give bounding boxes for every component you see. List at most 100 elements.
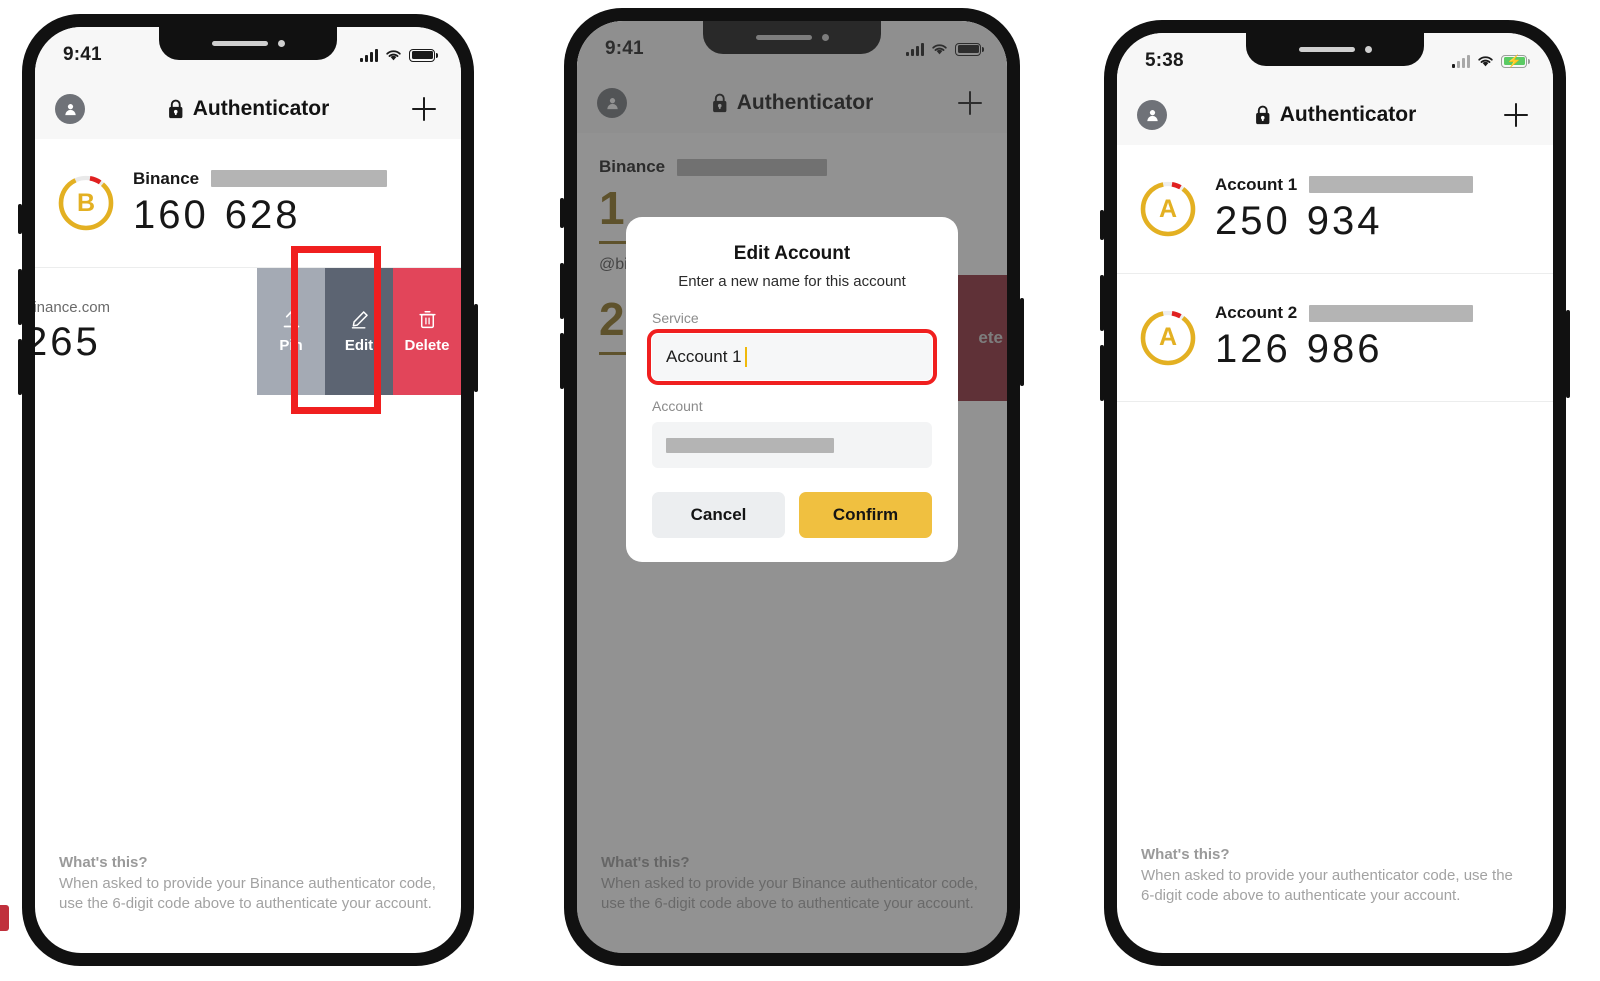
totp-code[interactable]: 126 986 <box>1215 327 1553 372</box>
phone-1-account-list: B Binance 160628 binance.com <box>35 139 461 395</box>
totp-timer-ring: A <box>1139 180 1197 238</box>
pin-action-button[interactable]: Pin <box>257 268 325 395</box>
wifi-icon <box>386 49 401 60</box>
add-account-button[interactable] <box>1501 100 1531 130</box>
profile-avatar-button[interactable] <box>55 94 85 124</box>
wifi-icon <box>1478 55 1493 66</box>
page-title: Authenticator <box>1279 103 1417 126</box>
totp-code[interactable]: 250 934 <box>1215 199 1553 244</box>
pin-upload-icon <box>283 310 299 328</box>
pin-action-label: Pin <box>279 337 303 354</box>
phone-1-frame: 9:41 Authenticator B Binance 160 628 nan… <box>18 14 478 966</box>
lock-icon <box>169 99 183 119</box>
phone-3-volume-down[interactable] <box>1100 345 1104 401</box>
text-caret <box>744 347 747 367</box>
service-input[interactable]: Account 1 <box>647 329 937 385</box>
earpiece-speaker <box>211 41 268 46</box>
phone-2-screen: 9:41 <box>577 21 1007 953</box>
dialog-subtitle: Enter a new name for this account <box>678 273 906 290</box>
service-field-label: Service <box>652 310 699 326</box>
account-name: Account 1 <box>1215 174 1298 194</box>
redacted-account-bar <box>666 437 834 453</box>
edit-action-label: Edit <box>344 337 374 354</box>
phone-3-mute-switch[interactable] <box>1100 210 1104 240</box>
account-input[interactable] <box>652 422 932 468</box>
phone-1-footer: What's this? When asked to provide your … <box>35 854 461 913</box>
phone-2-volume-up[interactable] <box>560 263 564 319</box>
totp-code[interactable]: 160 628 <box>133 193 461 238</box>
delete-action-label: Delete <box>404 337 450 354</box>
account-name: binance.com <box>35 298 111 316</box>
phone-1-nav-bar: Authenticator <box>35 79 461 139</box>
account-name: Account 2 <box>1215 303 1298 322</box>
phone-1-notch <box>159 27 337 60</box>
cellular-signal-icon <box>1452 54 1470 68</box>
cancel-button[interactable]: Cancel <box>652 492 785 538</box>
redacted-email-bar <box>211 170 388 187</box>
phone-2-mute-switch[interactable] <box>560 198 564 228</box>
phone-1-volume-down[interactable] <box>18 339 22 395</box>
dialog-title: Edit Account <box>733 243 851 264</box>
swipe-action-group: Pin Edit Delete <box>257 268 461 395</box>
phone-1-screen: 9:41 Authenticator B Binance 160 628 nan… <box>35 27 461 953</box>
table-row[interactable]: binance.com 265 Pin <box>35 267 461 395</box>
front-camera <box>1364 46 1372 53</box>
edit-action-button[interactable]: Edit <box>325 268 393 395</box>
footer-body: When asked to provide your Binance authe… <box>59 875 436 912</box>
phone-3-account-list: A Account 1 250 934 A Account 2 126 986 <box>1117 145 1553 402</box>
phone-3-nav-bar: Authenticator <box>1117 85 1553 145</box>
phone-3-footer: What's this? When asked to provide your … <box>1117 846 1553 905</box>
battery-icon <box>409 48 438 62</box>
phone-2-power-button[interactable] <box>1020 298 1024 386</box>
redacted-email-bar <box>1309 176 1474 193</box>
screenshot-canvas: 9:41 Authenticator B Binance 160 628 nan… <box>0 0 1600 981</box>
add-account-button[interactable] <box>409 94 439 124</box>
status-time: 5:38 <box>1145 50 1184 71</box>
phone-1-power-button[interactable] <box>474 304 478 392</box>
service-input-value: Account 1 <box>666 347 742 366</box>
issuer-badge-letter: A <box>1158 323 1178 351</box>
footer-title: What's this? <box>59 854 148 871</box>
phone-2-volume-down[interactable] <box>560 333 564 389</box>
account-name: Binance <box>133 168 200 188</box>
issuer-badge-letter: A <box>1158 194 1178 223</box>
phone-3-screen: 5:38 ⚡ Authenticator A Account 1 250 934… <box>1117 33 1553 953</box>
phone-3-volume-up[interactable] <box>1100 275 1104 331</box>
pencil-icon <box>351 311 368 329</box>
dialog-button-row: Cancel Confirm <box>652 492 932 538</box>
table-row[interactable]: B Binance 160 628 <box>35 139 461 267</box>
trash-icon <box>418 311 436 329</box>
profile-avatar-button[interactable] <box>1137 100 1167 130</box>
account-field-label: Account <box>652 398 703 414</box>
earpiece-speaker <box>1298 47 1355 52</box>
edge-artifact <box>0 905 9 931</box>
phone-3-title-group: Authenticator <box>1254 103 1417 127</box>
phone-1-title-group: Authenticator <box>167 97 330 121</box>
cellular-signal-icon <box>360 48 378 62</box>
phone-2-frame: 9:41 <box>560 8 1024 966</box>
phone-3-power-button[interactable] <box>1566 310 1570 398</box>
page-title: Authenticator <box>192 97 330 120</box>
redacted-email-bar <box>1309 304 1474 322</box>
edit-account-dialog: Edit Account Enter a new name for this a… <box>626 217 958 562</box>
status-time: 9:41 <box>63 44 102 65</box>
battery-charging-icon: ⚡ <box>1501 54 1530 68</box>
issuer-badge-letter: B <box>76 188 96 217</box>
table-row[interactable]: A Account 2 126 986 <box>1117 273 1553 401</box>
table-row[interactable]: A Account 1 250 934 <box>1117 145 1553 273</box>
phone-3-frame: 5:38 ⚡ Authenticator A Account 1 250 934… <box>1100 20 1570 966</box>
charging-bolt-icon: ⚡ <box>1506 54 1522 68</box>
footer-body: When asked to provide your authenticator… <box>1141 867 1513 904</box>
confirm-button[interactable]: Confirm <box>799 492 932 538</box>
totp-timer-ring: A <box>1139 309 1197 367</box>
person-icon <box>64 103 76 115</box>
totp-timer-ring: B <box>57 174 115 232</box>
person-icon <box>1146 109 1158 121</box>
phone-1-mute-switch[interactable] <box>18 204 22 234</box>
front-camera <box>277 40 285 47</box>
phone-1-volume-up[interactable] <box>18 269 22 325</box>
phone-3-notch <box>1246 33 1424 66</box>
lock-icon <box>1256 105 1270 125</box>
footer-title: What's this? <box>1141 846 1230 863</box>
delete-action-button[interactable]: Delete <box>393 268 461 395</box>
